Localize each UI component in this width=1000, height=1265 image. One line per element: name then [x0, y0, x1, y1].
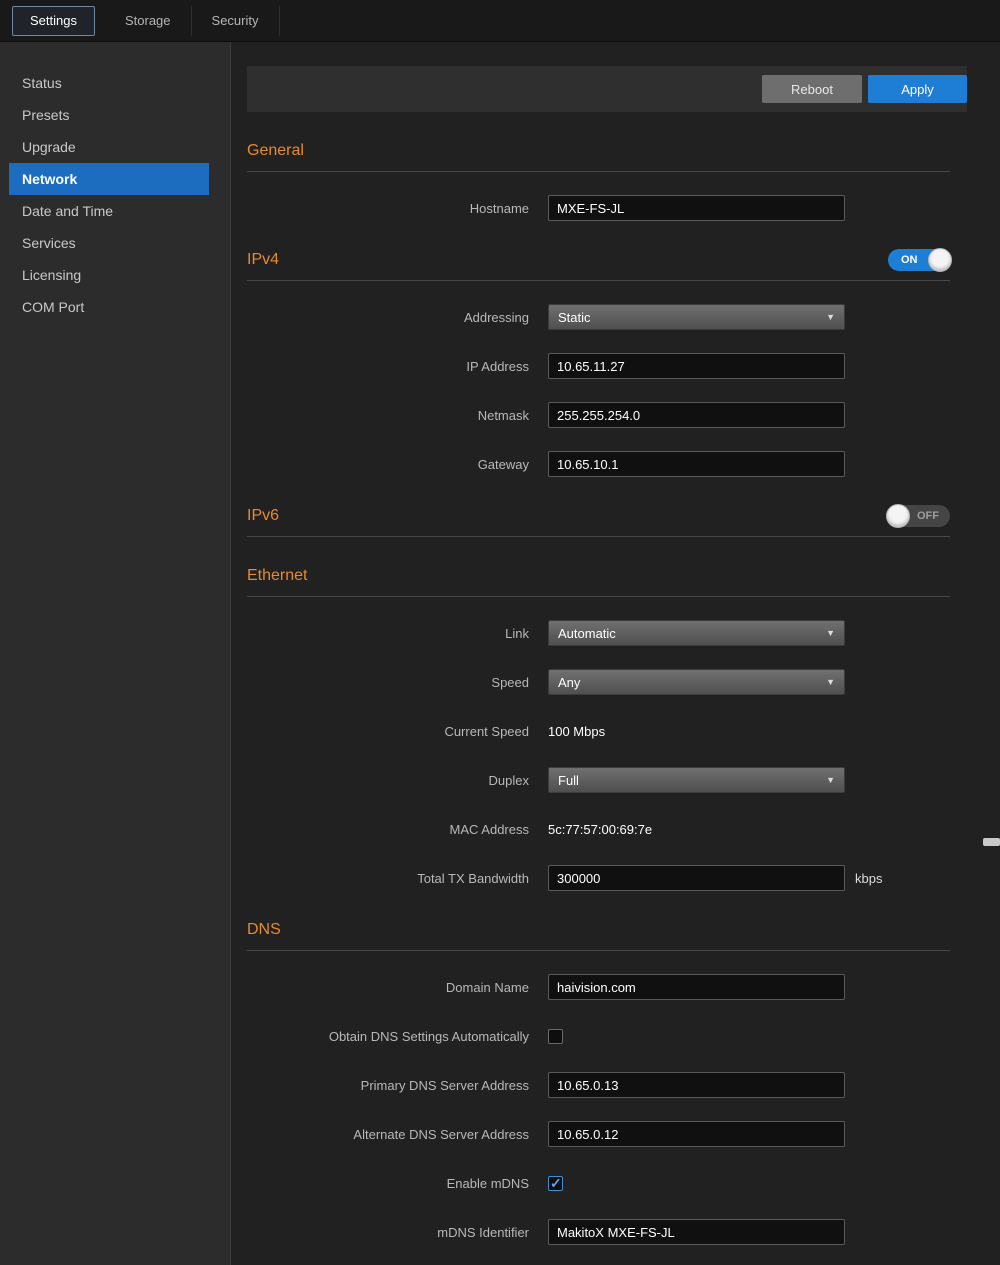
- primary-dns-label: Primary DNS Server Address: [247, 1078, 548, 1093]
- scrollbar-thumb[interactable]: [983, 838, 1000, 846]
- current-speed-row: Current Speed 100 Mbps: [247, 718, 967, 744]
- section-general: General: [247, 140, 950, 162]
- chevron-down-icon: ▼: [826, 775, 835, 785]
- alternate-dns-label: Alternate DNS Server Address: [247, 1127, 548, 1142]
- obtain-dns-row: Obtain DNS Settings Automatically: [247, 1023, 967, 1049]
- netmask-row: Netmask: [247, 402, 967, 428]
- current-speed-value: 100 Mbps: [548, 724, 605, 739]
- ipv6-toggle-label: OFF: [917, 510, 939, 522]
- total-tx-bandwidth-label: Total TX Bandwidth: [247, 871, 548, 886]
- chevron-down-icon: ▼: [826, 677, 835, 687]
- ipv6-toggle[interactable]: OFF: [888, 505, 950, 527]
- section-dns: DNS: [247, 919, 950, 941]
- total-tx-bandwidth-row: Total TX Bandwidth kbps: [247, 865, 967, 891]
- chevron-down-icon: ▼: [826, 312, 835, 322]
- speed-select[interactable]: Any ▼: [548, 669, 845, 695]
- hostname-row: Hostname: [247, 195, 967, 221]
- tab-settings[interactable]: Settings: [12, 6, 95, 36]
- gateway-row: Gateway: [247, 451, 967, 477]
- primary-dns-row: Primary DNS Server Address: [247, 1072, 967, 1098]
- section-divider: [247, 596, 950, 597]
- toggle-knob: [928, 248, 952, 272]
- sidebar-item-network[interactable]: Network: [9, 163, 209, 195]
- sidebar-item-com-port[interactable]: COM Port: [9, 291, 209, 323]
- section-divider: [247, 171, 950, 172]
- section-ethernet: Ethernet: [247, 565, 950, 587]
- domain-name-label: Domain Name: [247, 980, 548, 995]
- obtain-dns-checkbox[interactable]: [548, 1029, 563, 1044]
- toggle-knob: [886, 504, 910, 528]
- sidebar: Status Presets Upgrade Network Date and …: [0, 42, 231, 1265]
- section-title-general: General: [247, 140, 304, 162]
- section-title-dns: DNS: [247, 919, 281, 941]
- duplex-label: Duplex: [247, 773, 548, 788]
- section-title-ethernet: Ethernet: [247, 565, 307, 587]
- ipv4-toggle[interactable]: ON: [888, 249, 950, 271]
- speed-label: Speed: [247, 675, 548, 690]
- sidebar-item-upgrade[interactable]: Upgrade: [9, 131, 209, 163]
- addressing-label: Addressing: [247, 310, 548, 325]
- sidebar-item-licensing[interactable]: Licensing: [9, 259, 209, 291]
- netmask-input[interactable]: [548, 402, 845, 428]
- mdns-identifier-input[interactable]: [548, 1219, 845, 1245]
- section-divider: [247, 536, 950, 537]
- gateway-label: Gateway: [247, 457, 548, 472]
- enable-mdns-row: Enable mDNS: [247, 1170, 967, 1196]
- speed-selected-value: Any: [558, 675, 580, 690]
- ip-address-row: IP Address: [247, 353, 967, 379]
- tab-security[interactable]: Security: [192, 6, 280, 36]
- addressing-row: Addressing Static ▼: [247, 304, 967, 330]
- alternate-dns-input[interactable]: [548, 1121, 845, 1147]
- obtain-dns-label: Obtain DNS Settings Automatically: [247, 1029, 548, 1044]
- ipv4-toggle-label: ON: [901, 254, 918, 266]
- alternate-dns-row: Alternate DNS Server Address: [247, 1121, 967, 1147]
- section-ipv4: IPv4 ON: [247, 249, 950, 271]
- sidebar-item-date-and-time[interactable]: Date and Time: [9, 195, 209, 227]
- gateway-input[interactable]: [548, 451, 845, 477]
- duplex-row: Duplex Full ▼: [247, 767, 967, 793]
- mac-address-row: MAC Address 5c:77:57:00:69:7e: [247, 816, 967, 842]
- primary-dns-input[interactable]: [548, 1072, 845, 1098]
- enable-mdns-checkbox[interactable]: [548, 1176, 563, 1191]
- network-settings-page: Reboot Apply General Hostname IPv4 ON Ad…: [232, 42, 1000, 1265]
- duplex-select[interactable]: Full ▼: [548, 767, 845, 793]
- toolbar: Reboot Apply: [247, 66, 967, 112]
- duplex-selected-value: Full: [558, 773, 579, 788]
- total-tx-bandwidth-unit: kbps: [855, 871, 882, 886]
- speed-row: Speed Any ▼: [247, 669, 967, 695]
- mdns-identifier-label: mDNS Identifier: [247, 1225, 548, 1240]
- domain-name-input[interactable]: [548, 974, 845, 1000]
- hostname-input[interactable]: [548, 195, 845, 221]
- section-title-ipv4: IPv4: [247, 249, 279, 271]
- sidebar-item-services[interactable]: Services: [9, 227, 209, 259]
- total-tx-bandwidth-input[interactable]: [548, 865, 845, 891]
- ip-address-label: IP Address: [247, 359, 548, 374]
- addressing-selected-value: Static: [558, 310, 591, 325]
- current-speed-label: Current Speed: [247, 724, 548, 739]
- sidebar-item-presets[interactable]: Presets: [9, 99, 209, 131]
- link-row: Link Automatic ▼: [247, 620, 967, 646]
- section-divider: [247, 950, 950, 951]
- link-selected-value: Automatic: [558, 626, 616, 641]
- section-ipv6: IPv6 OFF: [247, 505, 950, 527]
- tab-storage[interactable]: Storage: [105, 6, 192, 36]
- chevron-down-icon: ▼: [826, 628, 835, 638]
- mdns-identifier-row: mDNS Identifier: [247, 1219, 967, 1245]
- link-label: Link: [247, 626, 548, 641]
- ip-address-input[interactable]: [548, 353, 845, 379]
- section-divider: [247, 280, 950, 281]
- enable-mdns-label: Enable mDNS: [247, 1176, 548, 1191]
- addressing-select[interactable]: Static ▼: [548, 304, 845, 330]
- section-title-ipv6: IPv6: [247, 505, 279, 527]
- mac-address-label: MAC Address: [247, 822, 548, 837]
- mac-address-value: 5c:77:57:00:69:7e: [548, 822, 652, 837]
- netmask-label: Netmask: [247, 408, 548, 423]
- link-select[interactable]: Automatic ▼: [548, 620, 845, 646]
- apply-button[interactable]: Apply: [868, 75, 967, 103]
- domain-name-row: Domain Name: [247, 974, 967, 1000]
- top-tab-bar: Settings Storage Security: [0, 0, 1000, 42]
- hostname-label: Hostname: [247, 201, 548, 216]
- reboot-button[interactable]: Reboot: [762, 75, 862, 103]
- sidebar-item-status[interactable]: Status: [9, 67, 209, 99]
